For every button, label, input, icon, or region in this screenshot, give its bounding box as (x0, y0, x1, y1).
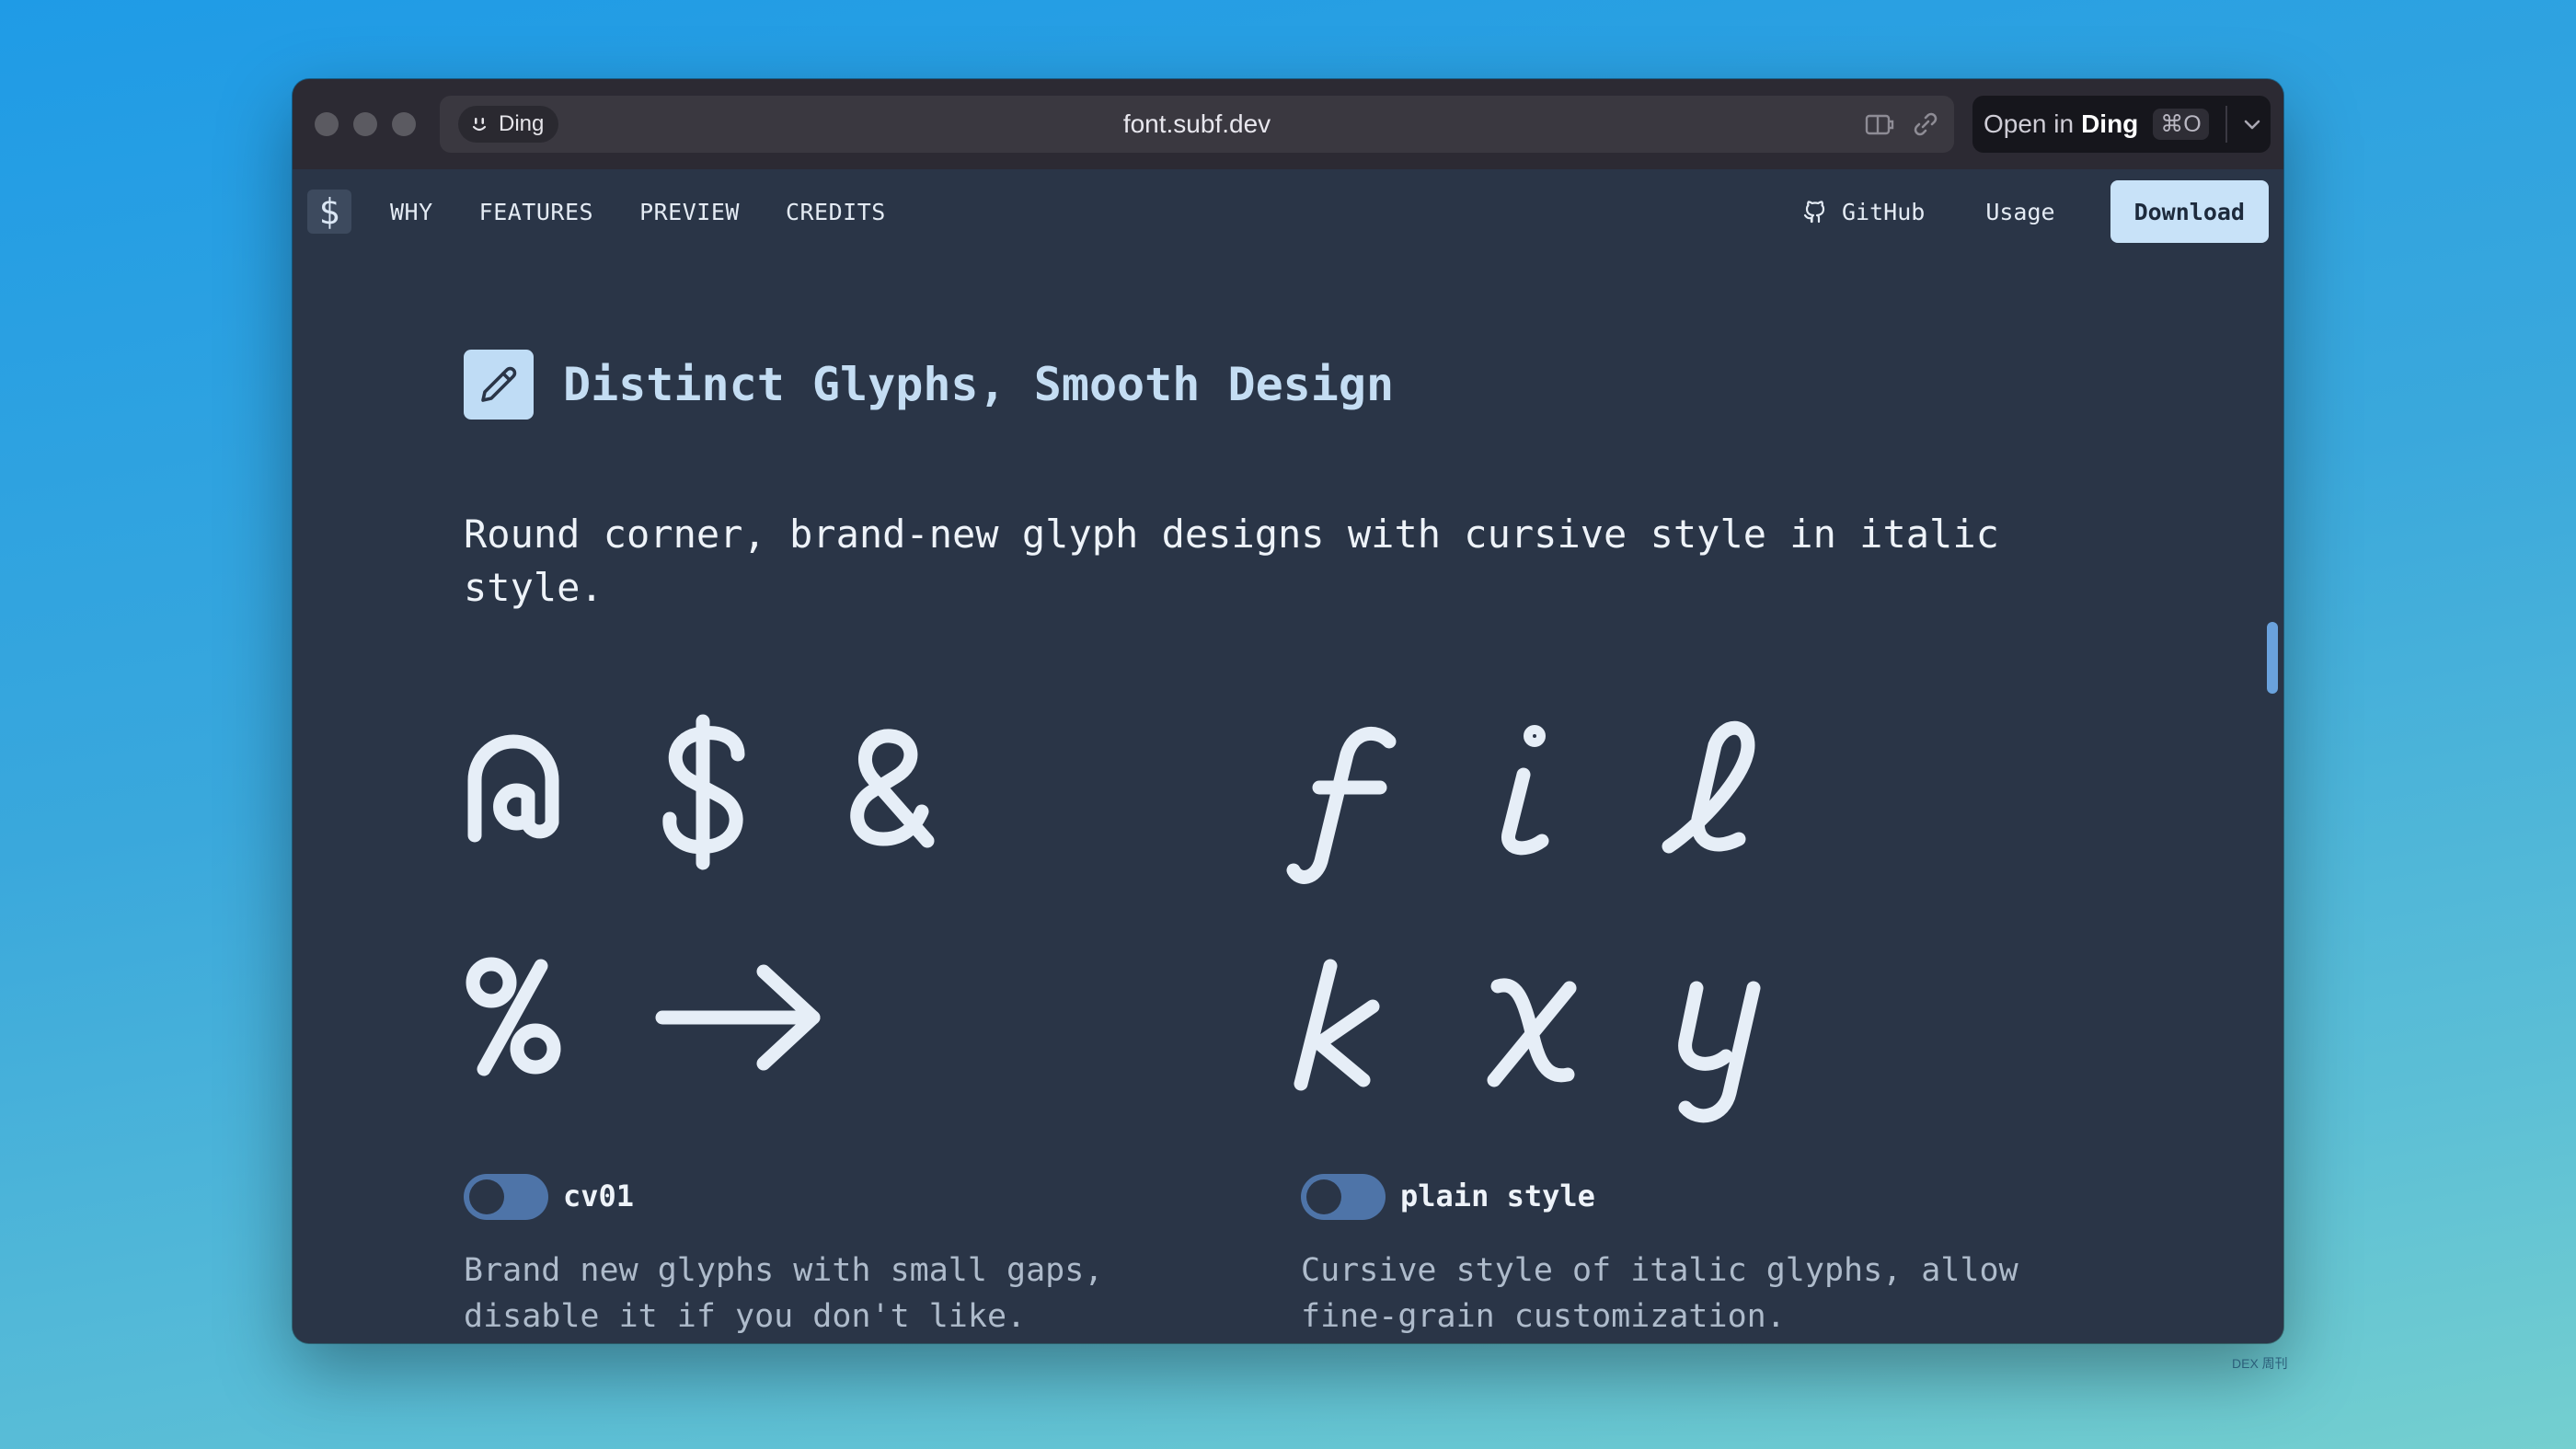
main-content: Distinct Glyphs, Smooth Design Round cor… (293, 254, 2283, 1343)
italic-i-glyph (1501, 725, 1549, 856)
italic-y-glyph (1678, 981, 1761, 1123)
github-label: GitHub (1842, 198, 1926, 225)
nav-link-credits[interactable]: CREDITS (786, 199, 886, 225)
close-window-button[interactable] (315, 112, 339, 136)
plain-style-toggle-label: plain style (1400, 1179, 1595, 1213)
italic-l-glyph (1662, 720, 1755, 854)
maximize-window-button[interactable] (392, 112, 416, 136)
nav-actions: GitHub Usage Download (1801, 169, 2269, 254)
minimize-window-button[interactable] (353, 112, 377, 136)
cv01-description: Brand new glyphs with small gaps, disabl… (464, 1252, 1104, 1335)
italic-f-glyph (1286, 727, 1397, 884)
section-title: Distinct Glyphs, Smooth Design (563, 358, 1395, 411)
italic-x-glyph (1487, 978, 1577, 1087)
app-tab-label: Ding (499, 111, 545, 136)
plain-style-toggle[interactable] (1301, 1174, 1386, 1220)
plain-style-description: Cursive style of italic glyphs, allow fi… (1301, 1252, 2018, 1335)
download-button[interactable]: Download (2110, 180, 2269, 243)
address-bar[interactable]: font.subf.dev Ding (440, 96, 1954, 153)
section-description: Round corner, brand-new glyph designs wi… (464, 512, 1999, 610)
open-in-prefix: Open in (1984, 109, 2075, 138)
toggle-knob (469, 1179, 504, 1214)
toggle-knob (1306, 1179, 1341, 1214)
watermark: DEX 周刊 (2232, 1356, 2288, 1371)
dollar-sign-glyph (662, 714, 745, 870)
copy-link-icon[interactable] (1910, 109, 1941, 139)
chevron-down-icon[interactable] (2240, 112, 2264, 136)
window-controls (315, 112, 416, 136)
browser-titlebar: font.subf.dev Ding Open in Ding ⌘O (293, 79, 2283, 169)
nav-link-why[interactable]: WHY (390, 199, 433, 225)
site-nav: $ WHY FEATURES PREVIEW CREDITS GitHub Us… (293, 169, 2283, 254)
github-icon (1803, 201, 1825, 224)
usage-link[interactable]: Usage (1985, 199, 2054, 225)
ampersand-glyph (850, 729, 935, 848)
cv01-toggle[interactable] (464, 1174, 548, 1220)
open-in-app-name: Ding (2081, 109, 2139, 138)
github-link[interactable]: GitHub (1801, 198, 1925, 225)
site-logo[interactable]: $ (307, 190, 351, 234)
open-button-divider (2225, 106, 2227, 143)
extension-icon[interactable] (1864, 109, 1895, 139)
url-text[interactable]: font.subf.dev (440, 96, 1954, 153)
italic-k-glyph (1294, 959, 1380, 1091)
open-in-app-button[interactable]: Open in Ding ⌘O (1972, 96, 2271, 153)
percent-glyph (466, 957, 561, 1076)
page-scrollbar[interactable] (2267, 622, 2278, 694)
at-sign-glyph (467, 734, 559, 843)
nav-link-features[interactable]: FEATURES (479, 199, 593, 225)
browser-window: font.subf.dev Ding Open in Ding ⌘O $ WHY… (293, 79, 2283, 1343)
cv01-toggle-label: cv01 (563, 1179, 635, 1213)
nav-links: WHY FEATURES PREVIEW CREDITS (390, 169, 886, 254)
nav-link-preview[interactable]: PREVIEW (639, 199, 740, 225)
app-tab-pill[interactable]: Ding (458, 106, 559, 143)
section-header: Distinct Glyphs, Smooth Design (464, 350, 1394, 420)
pencil-icon-box (464, 350, 534, 420)
pencil-icon (481, 366, 517, 402)
open-shortcut-badge: ⌘O (2153, 109, 2209, 140)
right-arrow-glyph (655, 964, 821, 1071)
ding-face-icon (472, 118, 487, 132)
